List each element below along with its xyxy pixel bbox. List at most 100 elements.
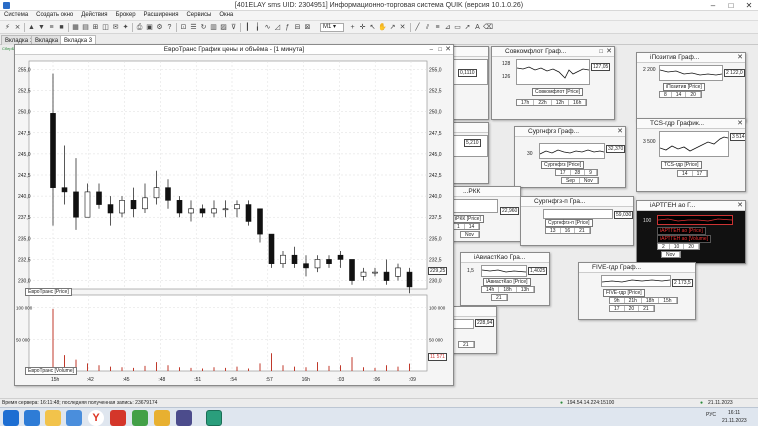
- minimize-icon[interactable]: –: [430, 45, 433, 55]
- menu-extensions[interactable]: Расширения: [140, 11, 183, 19]
- draw-level-icon[interactable]: ≡: [433, 23, 442, 32]
- mini-chart-legend: TCS-гдр [Price]: [661, 161, 702, 169]
- draw-channel-icon[interactable]: ⫽: [423, 23, 432, 32]
- disconnect-icon[interactable]: ⨯: [13, 23, 22, 32]
- draw-rect-icon[interactable]: ▭: [453, 23, 462, 32]
- opera-icon[interactable]: [110, 410, 126, 426]
- indicator-icon[interactable]: ƒ: [283, 23, 292, 32]
- zoom-in-icon[interactable]: +: [348, 23, 357, 32]
- main-chart-window[interactable]: ЕвроТранс График цены и объёма - [1 мину…: [14, 44, 454, 386]
- candles-icon[interactable]: ┃: [243, 23, 252, 32]
- erase-icon[interactable]: ⌫: [483, 23, 493, 32]
- mini-chart-window-sovcomflot[interactable]: Совкомфлот Граф... □ ✕ 128 126 127,05 Со…: [491, 46, 615, 120]
- mini-chart-last-price: 22,960: [500, 207, 520, 215]
- filter-icon[interactable]: ⊽: [229, 23, 238, 32]
- order-icon[interactable]: ≡: [47, 23, 56, 32]
- mini-chart-window-partial-3[interactable]: 228,94 21: [449, 306, 497, 354]
- folder-icon[interactable]: [154, 410, 170, 426]
- stats-icon[interactable]: ▨: [219, 23, 228, 32]
- maximize-icon[interactable]: □: [438, 45, 442, 55]
- crosshair-icon[interactable]: ✛: [358, 23, 367, 32]
- explorer-icon[interactable]: [45, 410, 61, 426]
- help-icon[interactable]: ?: [165, 23, 174, 32]
- language-indicator[interactable]: РУС: [706, 412, 716, 418]
- clock-time[interactable]: 16:11: [728, 410, 740, 416]
- cursor-icon[interactable]: ↖: [368, 23, 377, 32]
- menu-windows[interactable]: Окна: [215, 11, 237, 19]
- settings-icon[interactable]: ⚙: [155, 23, 164, 32]
- app-icon[interactable]: [66, 410, 82, 426]
- mini-chart-window-surgnfgz[interactable]: Сургнфгз Граф... ✕ 30 32,370 Сургнфгз [P…: [514, 126, 626, 188]
- area-chart-icon[interactable]: ◿: [273, 23, 282, 32]
- bar-chart-icon[interactable]: ╽: [253, 23, 262, 32]
- template-icon[interactable]: ⊟: [293, 23, 302, 32]
- candle-bearish: [337, 254, 344, 260]
- news-icon[interactable]: ✉: [111, 23, 120, 32]
- maximize-icon[interactable]: □: [599, 47, 603, 57]
- minimize-button[interactable]: –: [704, 0, 722, 11]
- clock-date[interactable]: 21.11.2023: [722, 418, 747, 424]
- mini-chart-window-tcs[interactable]: TCS-гдр График... ✕ 3 500 3 514 TCS-гдр …: [636, 118, 746, 192]
- print-icon[interactable]: ⎙: [135, 23, 144, 32]
- save-icon[interactable]: ▣: [145, 23, 154, 32]
- close-icon[interactable]: ✕: [445, 45, 451, 55]
- mini-chart-last-price: 0,1110: [458, 69, 477, 77]
- cross-icon[interactable]: ✕: [398, 23, 407, 32]
- ie-icon[interactable]: [24, 410, 40, 426]
- mini-chart-time-axis: 9h 21h 18h 15h: [609, 297, 678, 304]
- maximize-button[interactable]: □: [722, 0, 740, 11]
- menu-broker[interactable]: Брокер: [112, 11, 140, 19]
- mini-chart-plot: [481, 265, 527, 277]
- portfolio-icon[interactable]: ◫: [101, 23, 110, 32]
- mini-chart-window-surgnfgz-p[interactable]: Сургнфгз-п Гра... 59,030 Сургнфгз-п [Pri…: [520, 196, 634, 246]
- quotes-icon[interactable]: ⊞: [91, 23, 100, 32]
- mini-chart-window-partial-2[interactable]: 5,210: [449, 122, 489, 184]
- sell-icon[interactable]: ▼: [37, 23, 46, 32]
- mini-chart-legend: Совкомфлот [Price]: [532, 88, 584, 96]
- close-icon[interactable]: ✕: [737, 53, 743, 63]
- draw-arrow-icon[interactable]: ➚: [463, 23, 472, 32]
- lock-icon[interactable]: ⊡: [179, 23, 188, 32]
- close-icon[interactable]: ✕: [617, 127, 623, 137]
- app2-icon[interactable]: [176, 410, 192, 426]
- arrow-icon[interactable]: ↗: [388, 23, 397, 32]
- chat-icon[interactable]: ☰: [189, 23, 198, 32]
- hand-icon[interactable]: ✋: [378, 23, 387, 32]
- menu-create-window[interactable]: Создать окно: [32, 11, 77, 19]
- start-button-icon[interactable]: [3, 410, 19, 426]
- draw-text-icon[interactable]: A: [473, 23, 482, 32]
- table-icon[interactable]: ▦: [71, 23, 80, 32]
- stop-order-icon[interactable]: ■: [57, 23, 66, 32]
- draw-line-icon[interactable]: ╱: [413, 23, 422, 32]
- quik-taskbar-icon[interactable]: [206, 410, 222, 426]
- layout-icon[interactable]: ⊠: [303, 23, 312, 32]
- close-icon[interactable]: ✕: [737, 119, 743, 129]
- draw-fibo-icon[interactable]: ⊿: [443, 23, 452, 32]
- main-chart-canvas[interactable]: 255,0 255,0 252,5 252,5 250,0 250,0 247,5 247,5…: [15, 55, 453, 385]
- mini-chart-line: [659, 69, 723, 76]
- mini-chart-window-rkk[interactable]: ...РКК 22,960 iРКК [Price] 1 14 Nov: [449, 186, 521, 242]
- yandex-browser-icon[interactable]: Y: [88, 410, 104, 426]
- candle-bearish: [268, 233, 275, 264]
- close-icon[interactable]: ✕: [606, 47, 612, 57]
- alert-icon[interactable]: ✦: [121, 23, 130, 32]
- menu-services[interactable]: Сервисы: [182, 11, 215, 19]
- mini-chart-window-partial-1[interactable]: 0,1110: [449, 46, 489, 120]
- menu-actions[interactable]: Действия: [77, 11, 111, 19]
- close-button[interactable]: ✕: [740, 0, 758, 11]
- timeframe-select[interactable]: M1 ▾: [320, 23, 344, 32]
- mini-chart-window-iartgen[interactable]: iАРТГЕН ао Г... ✕ 100 iАРТГЕН ао [Price]…: [636, 200, 746, 264]
- chrome-icon[interactable]: [132, 410, 148, 426]
- mini-chart-legend: iРКК [Price]: [452, 215, 484, 223]
- mini-chart-window-ipozitiv[interactable]: iПозитив Граф... ✕ 2 200 2 122,0 iПозити…: [636, 52, 746, 122]
- line-chart-icon[interactable]: ∿: [263, 23, 272, 32]
- connect-icon[interactable]: ⚡: [3, 23, 12, 32]
- bars-icon[interactable]: ▥: [209, 23, 218, 32]
- menu-system[interactable]: Система: [0, 11, 32, 19]
- refresh-icon[interactable]: ↻: [199, 23, 208, 32]
- mini-chart-window-iaviastkao[interactable]: iАвиастКао Гра... 1,5 1,4025 iАвиастКао …: [460, 252, 550, 306]
- mini-chart-window-five[interactable]: FIVE-гдр Граф... 2 173,5 FIVE-гдр [Price…: [578, 262, 696, 320]
- close-icon[interactable]: ✕: [737, 201, 743, 211]
- buy-icon[interactable]: ▲: [27, 23, 36, 32]
- chart-icon[interactable]: ▤: [81, 23, 90, 32]
